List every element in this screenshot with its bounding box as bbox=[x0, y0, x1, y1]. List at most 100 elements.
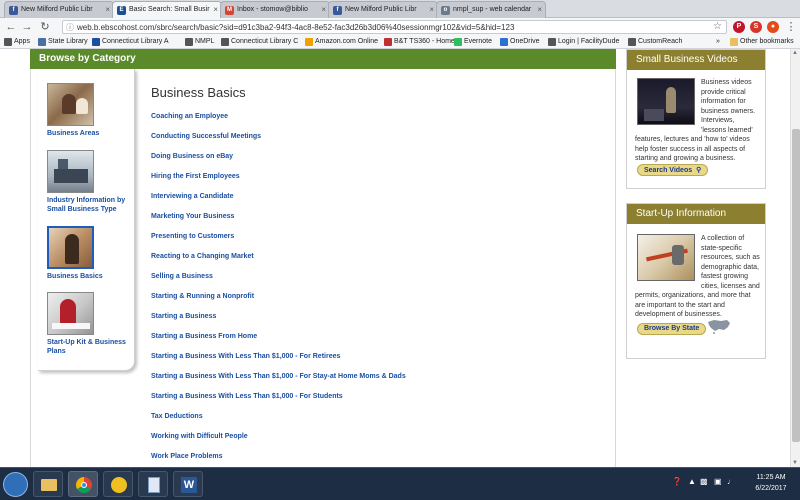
topic-link[interactable]: Starting a Business bbox=[151, 313, 216, 320]
tray-expand-icon[interactable]: ▲ bbox=[688, 477, 696, 486]
topic-link[interactable]: Conducting Successful Meetings bbox=[151, 133, 261, 140]
search-videos-button[interactable]: Search Videos ⚲ bbox=[637, 164, 709, 176]
business-basics-thumbnail[interactable] bbox=[47, 226, 94, 269]
industry-information-thumbnail[interactable] bbox=[47, 150, 94, 193]
close-tab-icon[interactable]: × bbox=[105, 5, 110, 14]
business-areas-thumbnail[interactable] bbox=[47, 83, 94, 126]
network-icon[interactable]: ▩ bbox=[700, 477, 708, 486]
close-tab-icon[interactable]: × bbox=[429, 5, 434, 14]
topic-link[interactable]: Starting a Business From Home bbox=[151, 333, 257, 340]
close-tab-icon[interactable]: × bbox=[321, 5, 326, 14]
topic-link[interactable]: Tax Deductions bbox=[151, 413, 203, 420]
description-line: fastest growing bbox=[701, 273, 749, 280]
close-tab-icon[interactable]: × bbox=[213, 5, 218, 14]
other-bookmarks-folder[interactable]: Other bookmarks bbox=[730, 38, 794, 46]
display-icon[interactable]: ▣ bbox=[714, 477, 722, 486]
reload-icon[interactable]: ↻ bbox=[38, 20, 52, 34]
topic-link[interactable]: Presenting to Customers bbox=[151, 233, 234, 240]
forward-arrow-icon[interactable]: → bbox=[20, 20, 34, 34]
bookmark-item[interactable]: Login | FacilityDude bbox=[548, 38, 619, 46]
bookmark-favicon-icon bbox=[92, 38, 100, 46]
topic-link[interactable]: Working with Difficult People bbox=[151, 433, 248, 440]
bookmark-item[interactable]: OneDrive bbox=[500, 38, 540, 46]
extension-icon[interactable]: ● bbox=[767, 21, 779, 33]
url-input[interactable]: ⓘ web.b.ebscohost.com/sbrc/search/basic?… bbox=[62, 20, 727, 34]
chrome-icon[interactable] bbox=[68, 471, 98, 497]
file-explorer-icon[interactable] bbox=[33, 471, 63, 497]
category-industry-information[interactable]: Industry Information by Small Business T… bbox=[47, 150, 131, 214]
topic-link[interactable]: Reacting to a Changing Market bbox=[151, 253, 254, 260]
topic-link[interactable]: Selling a Business bbox=[151, 273, 213, 280]
scroll-up-arrow-icon[interactable]: ▲ bbox=[792, 50, 798, 56]
bookmark-item[interactable]: B&T TS360 - Home bbox=[384, 38, 455, 46]
web-page: Browse by Category Business Areas Indust… bbox=[0, 49, 790, 467]
system-clock[interactable]: 11:25 AM 6/22/2017 bbox=[745, 472, 797, 494]
back-arrow-icon[interactable]: ← bbox=[4, 20, 18, 34]
topic-link[interactable]: Starting & Running a Nonprofit bbox=[151, 293, 254, 300]
topic-link[interactable]: Interviewing a Candidate bbox=[151, 193, 233, 200]
browser-tab[interactable]: f New Milford Public Libr × bbox=[4, 1, 114, 18]
browser-tab[interactable]: o nmpl_sup - web calendar × bbox=[436, 1, 546, 18]
start-up-kit-thumbnail[interactable] bbox=[47, 292, 94, 335]
topic-link[interactable]: Starting a Business With Less Than $1,00… bbox=[151, 393, 343, 400]
menu-icon[interactable]: ⋮ bbox=[784, 20, 798, 34]
browse-by-state-button[interactable]: Browse By State bbox=[637, 323, 707, 335]
media-player-icon[interactable] bbox=[103, 471, 133, 497]
topic-link[interactable]: Starting a Business With Less Than $1,00… bbox=[151, 353, 340, 360]
bookmark-label: Amazon.com Online bbox=[315, 38, 379, 45]
category-business-basics[interactable]: Business Basics bbox=[47, 226, 131, 281]
bookmark-item[interactable]: State Library bbox=[38, 38, 88, 46]
word-icon[interactable]: W bbox=[173, 471, 203, 497]
facebook-icon: f bbox=[333, 6, 342, 15]
notepad-icon[interactable] bbox=[138, 471, 168, 497]
adblock-extension-icon[interactable]: S bbox=[750, 21, 762, 33]
browse-header: Browse by Category bbox=[30, 49, 616, 69]
bookmark-item[interactable]: Evernote bbox=[454, 38, 493, 46]
library-icon: f bbox=[9, 6, 18, 15]
search-videos-label: Search Videos bbox=[644, 167, 693, 174]
topic-link[interactable]: Hiring the First Employees bbox=[151, 173, 240, 180]
topic-link[interactable]: Doing Business on eBay bbox=[151, 153, 233, 160]
browse-by-state-label: Browse By State bbox=[644, 325, 700, 332]
description-line: Business videos bbox=[701, 79, 752, 86]
scroll-down-arrow-icon[interactable]: ▼ bbox=[792, 460, 798, 466]
scroll-thumb[interactable] bbox=[792, 129, 800, 442]
topic-link[interactable]: Work Place Problems bbox=[151, 453, 222, 460]
browser-tab[interactable]: M Inbox - stomow@biblio × bbox=[220, 1, 330, 18]
category-label[interactable]: Start-Up Kit & Business Plans bbox=[47, 338, 131, 356]
page-scrollbar[interactable]: ▲ ▼ bbox=[790, 49, 800, 467]
category-business-areas[interactable]: Business Areas bbox=[47, 83, 131, 138]
bookmark-item[interactable]: Amazon.com Online bbox=[305, 38, 379, 46]
topic-link[interactable]: Starting a Business With Less Than $1,00… bbox=[151, 373, 406, 380]
start-button[interactable] bbox=[3, 472, 28, 497]
description-line: permits, organizations, and more that bbox=[635, 292, 751, 299]
topic-link[interactable]: Coaching an Employee bbox=[151, 113, 228, 120]
page-info-icon[interactable]: ⓘ bbox=[66, 22, 74, 33]
bookmark-item[interactable]: NMPL bbox=[185, 38, 214, 46]
pinterest-extension-icon[interactable]: P bbox=[733, 21, 745, 33]
topic-link[interactable]: Marketing Your Business bbox=[151, 213, 234, 220]
category-start-up-kit[interactable]: Start-Up Kit & Business Plans bbox=[47, 292, 131, 356]
bookmark-label: Evernote bbox=[464, 38, 493, 45]
close-tab-icon[interactable]: × bbox=[537, 5, 542, 14]
description-line: business owners. bbox=[701, 107, 756, 115]
browser-tab[interactable]: f New Milford Public Libr × bbox=[328, 1, 438, 18]
description-line: state-specific bbox=[701, 244, 742, 252]
bookmark-star-icon[interactable]: ☆ bbox=[713, 21, 722, 32]
startup-thumbnail[interactable] bbox=[637, 234, 695, 281]
tab-title: nmpl_sup - web calendar bbox=[453, 6, 532, 13]
bookmark-label: B&T TS360 - Home bbox=[394, 38, 455, 45]
category-label[interactable]: Business Areas bbox=[47, 129, 131, 138]
videos-box-title: Small Business Videos bbox=[627, 50, 765, 70]
help-icon[interactable]: ❓ bbox=[672, 477, 682, 486]
bookmark-item[interactable]: Connecticut Library C bbox=[221, 38, 298, 46]
bookmark-item[interactable]: Apps bbox=[4, 38, 30, 46]
category-label[interactable]: Business Basics bbox=[47, 272, 131, 281]
bookmark-item[interactable]: CustomReach bbox=[628, 38, 682, 46]
volume-icon[interactable]: ♩ bbox=[727, 477, 735, 486]
bookmark-item[interactable]: Connecticut Library A bbox=[92, 38, 169, 46]
videos-thumbnail[interactable] bbox=[637, 78, 695, 125]
browser-tab[interactable]: E Basic Search: Small Busir × bbox=[112, 1, 222, 18]
bookmarks-overflow-button[interactable]: » bbox=[716, 38, 720, 45]
category-label[interactable]: Industry Information by Small Business T… bbox=[47, 196, 131, 214]
